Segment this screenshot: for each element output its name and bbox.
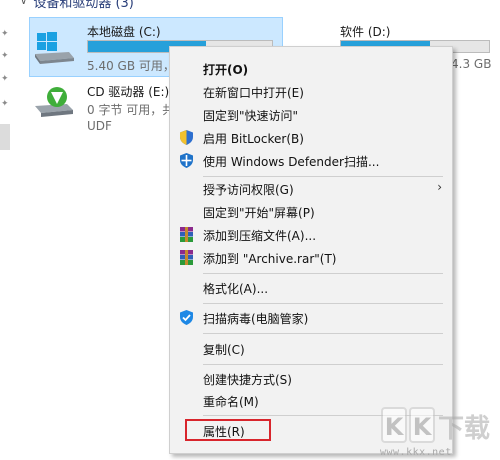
context-menu: 打开(O) 在新窗口中打开(E) 固定到"快速访问" 启用 BitLocker(… bbox=[169, 46, 453, 454]
tencent-pc-manager-icon bbox=[180, 310, 193, 325]
pin-icon: ✦ bbox=[1, 74, 9, 84]
menu-item-label: 在新窗口中打开(E) bbox=[203, 86, 304, 100]
menu-item-label: 启用 BitLocker(B) bbox=[203, 132, 304, 146]
properties-highlight-box bbox=[185, 419, 271, 441]
menu-item-label: 使用 Windows Defender扫描... bbox=[203, 155, 380, 169]
nav-selected-item[interactable] bbox=[0, 124, 10, 150]
menu-item-label: 重命名(M) bbox=[203, 395, 259, 409]
menu-item-create-shortcut[interactable]: 创建快捷方式(S) bbox=[170, 367, 452, 390]
menu-item-label: 添加到 "Archive.rar"(T) bbox=[203, 252, 337, 266]
drive-name-d: 软件 (D:) bbox=[340, 25, 391, 39]
menu-item-pin-start[interactable]: 固定到"开始"屏幕(P) bbox=[170, 200, 452, 223]
submenu-arrow-icon: › bbox=[437, 180, 442, 194]
menu-item-grant-access[interactable]: 授予访问权限(G) › bbox=[170, 177, 452, 200]
menu-separator bbox=[203, 273, 443, 274]
cd-drive-icon bbox=[35, 87, 73, 117]
menu-item-label: 扫描病毒(电脑管家) bbox=[203, 312, 309, 326]
pin-icon: ✦ bbox=[1, 29, 9, 39]
svg-text:K: K bbox=[385, 413, 405, 441]
windows-defender-icon bbox=[180, 153, 193, 168]
local-disk-windows-icon bbox=[35, 32, 74, 64]
menu-item-label: 固定到"快速访问" bbox=[203, 109, 299, 123]
section-title: 设备和驱动器 (3) bbox=[33, 0, 134, 11]
menu-item-defender-scan[interactable]: 使用 Windows Defender扫描... bbox=[170, 149, 452, 172]
winrar-icon bbox=[180, 250, 193, 265]
menu-item-copy[interactable]: 复制(C) bbox=[170, 337, 452, 360]
menu-item-label: 添加到压缩文件(A)... bbox=[203, 229, 317, 243]
menu-separator bbox=[203, 303, 443, 304]
watermark-url: www.kkx.net bbox=[380, 447, 452, 458]
drive-name-c: 本地磁盘 (C:) bbox=[87, 25, 161, 39]
menu-item-label: 授予访问权限(G) bbox=[203, 183, 294, 197]
winrar-icon bbox=[180, 227, 193, 242]
menu-item-format[interactable]: 格式化(A)... bbox=[170, 276, 452, 299]
menu-item-label: 格式化(A)... bbox=[203, 282, 269, 296]
menu-item-open[interactable]: 打开(O) bbox=[170, 57, 452, 80]
menu-item-bitlocker[interactable]: 启用 BitLocker(B) bbox=[170, 126, 452, 149]
menu-item-label: 固定到"开始"屏幕(P) bbox=[203, 206, 315, 220]
chevron-down-icon: ∨ bbox=[20, 0, 28, 7]
menu-item-label: 打开(O) bbox=[203, 63, 249, 77]
menu-item-add-to-archive[interactable]: 添加到压缩文件(A)... bbox=[170, 223, 452, 246]
drive-name-e: CD 驱动器 (E:) bbox=[87, 85, 170, 99]
drive-d-free-space: 4.3 GB bbox=[451, 57, 492, 71]
navigation-pane-edge: ✦ ✦ ✦ ✦ bbox=[0, 0, 14, 460]
menu-item-pin-quick-access[interactable]: 固定到"快速访问" bbox=[170, 103, 452, 126]
devices-section-header[interactable]: ∨ 设备和驱动器 (3) bbox=[20, 0, 134, 11]
menu-separator bbox=[203, 333, 443, 334]
menu-item-open-new-window[interactable]: 在新窗口中打开(E) bbox=[170, 80, 452, 103]
bitlocker-shield-icon bbox=[180, 130, 193, 145]
drive-e-filesystem: UDF bbox=[87, 119, 112, 133]
menu-item-label: 复制(C) bbox=[203, 343, 245, 357]
pin-icon: ✦ bbox=[1, 51, 9, 61]
menu-item-add-to-archive-rar[interactable]: 添加到 "Archive.rar"(T) bbox=[170, 246, 452, 269]
menu-separator bbox=[203, 364, 443, 365]
menu-item-virus-scan[interactable]: 扫描病毒(电脑管家) bbox=[170, 306, 452, 329]
kk-download-watermark-logo: K K 下载 bbox=[381, 407, 490, 444]
svg-text:下载: 下载 bbox=[438, 414, 490, 444]
svg-text:K: K bbox=[413, 413, 433, 441]
menu-item-label: 创建快捷方式(S) bbox=[203, 373, 292, 387]
drive-e-free-space: 0 字节 可用，共 bbox=[87, 103, 175, 117]
pin-icon: ✦ bbox=[1, 99, 9, 109]
